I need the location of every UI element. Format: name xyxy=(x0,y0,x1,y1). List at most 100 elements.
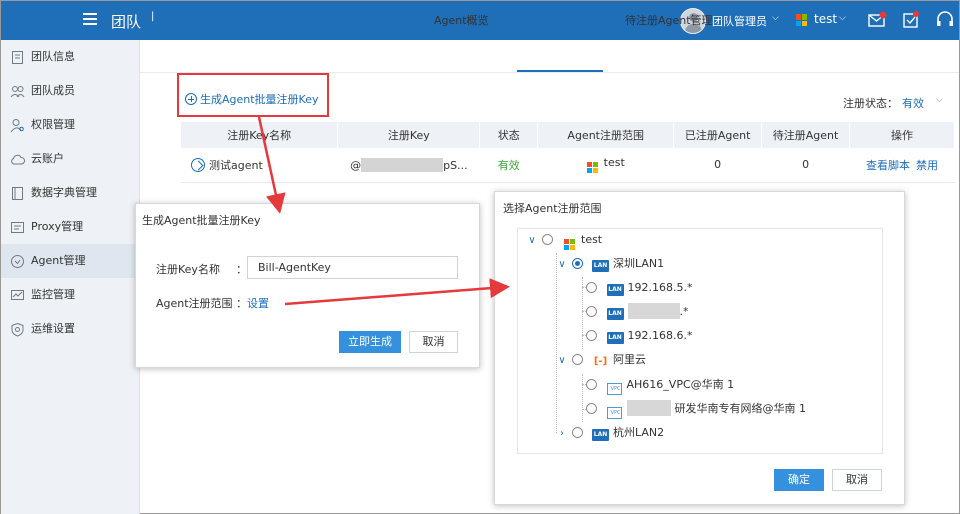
chevron-down-icon[interactable]: ∨ xyxy=(556,256,568,274)
generate-key-button[interactable]: 生成Agent批量注册Key xyxy=(185,91,319,107)
key-table: 注册Key名称 注册Key 状态 Agent注册范围 已注册Agent 待注册A… xyxy=(181,122,955,183)
tenant-dropdown-caret-icon[interactable]: ⌵ xyxy=(839,13,846,23)
lan-icon: LAN xyxy=(606,332,624,344)
dialog-title: 选择Agent注册范围 xyxy=(503,202,602,215)
key-name-label: 注册Key名称 xyxy=(156,263,220,276)
subnet-radio[interactable] xyxy=(586,330,597,341)
chevron-down-icon[interactable]: ∨ xyxy=(526,232,538,250)
column-header: 注册Key xyxy=(337,122,481,148)
status-filter-label: 注册状态： xyxy=(843,97,898,110)
lan1-radio[interactable] xyxy=(571,258,583,269)
username[interactable]: 团队管理员 xyxy=(712,13,767,29)
sidebar-item-label: Agent管理 xyxy=(31,254,86,267)
chevron-right-icon[interactable]: › xyxy=(556,425,568,443)
node-label: 深圳LAN1 xyxy=(613,257,665,270)
tree-node-subnet[interactable]: LAN .* xyxy=(586,303,689,321)
sidebar: 团队信息 团队成员 权限管理 云账户 数据字典管理 Proxy管理 Agent管… xyxy=(1,40,140,514)
column-header: 状态 xyxy=(479,122,539,148)
monitor-icon xyxy=(11,290,24,300)
sidebar-item-label: 团队信息 xyxy=(31,50,75,63)
redacted-block xyxy=(626,400,671,416)
sidebar-item-team-members[interactable]: 团队成员 xyxy=(1,74,139,108)
cancel-button[interactable]: 取消 xyxy=(832,469,882,491)
headset-support-icon[interactable] xyxy=(935,10,955,30)
tree-node-lan2[interactable]: › LAN 杭州LAN2 xyxy=(556,424,664,442)
key-name-input[interactable] xyxy=(247,256,458,279)
plus-circle-icon xyxy=(185,93,197,105)
column-header: 已注册Agent xyxy=(673,122,763,148)
tree-node-aliyun[interactable]: ∨ [-] 阿里云 xyxy=(556,351,646,369)
sidebar-item-cloud-account[interactable]: 云账户 xyxy=(1,142,139,176)
scope-tree: ∨ test ∨ LAN 深圳LAN1 LAN 192.168.5.* LAN .* … xyxy=(517,228,883,454)
microsoft-logo-icon xyxy=(796,14,808,26)
column-header: 操作 xyxy=(849,122,955,148)
redacted-key-block xyxy=(361,157,444,172)
hamburger-menu-icon[interactable] xyxy=(83,13,97,25)
tab-batch-key-management[interactable]: 批量注册Key管理 xyxy=(520,12,606,28)
cloud-icon xyxy=(11,154,25,165)
key-name-cell: 测试agent xyxy=(181,148,338,183)
sidebar-item-data-dictionary[interactable]: 数据字典管理 xyxy=(1,176,139,210)
sidebar-item-monitoring[interactable]: 监控管理 xyxy=(1,278,139,312)
mail-notification-icon[interactable] xyxy=(867,10,887,30)
sidebar-item-permissions[interactable]: 权限管理 xyxy=(1,108,139,142)
user-key-icon xyxy=(10,119,24,133)
sidebar-item-label: 权限管理 xyxy=(31,118,75,131)
tree-guide-line xyxy=(582,374,583,422)
vpc-radio[interactable] xyxy=(586,379,597,390)
sidebar-item-team-info[interactable]: 团队信息 xyxy=(1,40,139,74)
root-radio[interactable] xyxy=(541,234,553,245)
chevron-down-icon[interactable]: ∨ xyxy=(556,352,568,370)
subnet-radio[interactable] xyxy=(586,282,597,293)
user-dropdown-caret-icon[interactable]: ⌵ xyxy=(772,13,779,23)
scope-label: Agent注册范围 xyxy=(156,297,233,310)
title-dropdown-caret-icon[interactable]: | xyxy=(151,11,154,22)
sidebar-item-proxy[interactable]: Proxy管理 xyxy=(1,210,139,244)
sidebar-item-agent[interactable]: Agent管理 xyxy=(1,244,139,278)
tab-agent-overview[interactable]: Agent概览 xyxy=(434,12,489,28)
column-header: Agent注册范围 xyxy=(537,122,675,148)
microsoft-logo-icon xyxy=(586,162,598,174)
tenant-name[interactable]: test xyxy=(814,12,837,26)
colon: ： xyxy=(236,297,247,310)
column-header: 注册Key名称 xyxy=(181,122,339,148)
vpc-icon: VPC xyxy=(606,407,622,419)
vpc-icon: VPC xyxy=(606,383,622,395)
disable-link[interactable]: 禁用 xyxy=(916,159,938,172)
sidebar-item-ops-settings[interactable]: 运维设置 xyxy=(1,312,139,346)
tree-node-subnet[interactable]: LAN 192.168.5.* xyxy=(586,279,692,297)
generate-now-button[interactable]: 立即生成 xyxy=(339,331,401,353)
lan-icon: LAN xyxy=(592,260,609,272)
vpc-radio[interactable] xyxy=(586,403,597,414)
aliyun-logo-icon: [-] xyxy=(593,356,608,367)
tab-pending-agents[interactable]: 待注册Agent管理 xyxy=(625,12,713,28)
chevron-down-icon[interactable]: ⌵ xyxy=(936,95,943,105)
redacted-block xyxy=(627,303,680,319)
tree-node-vpc[interactable]: VPC AH616_VPC@华南 1 xyxy=(586,376,734,395)
scope-name: test xyxy=(603,156,625,170)
aliyun-radio[interactable] xyxy=(571,354,583,365)
task-check-icon[interactable] xyxy=(901,10,921,30)
sidebar-item-label: 数据字典管理 xyxy=(31,186,97,199)
team-title[interactable]: 团队 xyxy=(111,11,141,32)
scope-setting-link[interactable]: 设置 xyxy=(247,295,269,311)
agent-icon xyxy=(11,255,24,268)
users-icon xyxy=(10,86,25,98)
tree-node-lan1[interactable]: ∨ LAN 深圳LAN1 xyxy=(556,255,664,273)
tree-node-root[interactable]: ∨ test xyxy=(526,231,602,250)
status-filter-select[interactable]: 有效 xyxy=(902,95,924,111)
tree-node-vpc[interactable]: VPC 研发华南专有网络@华南 1 xyxy=(586,400,806,419)
operations-cell: 查看脚本 禁用 xyxy=(849,148,955,183)
colon: ： xyxy=(236,263,247,276)
tree-node-subnet[interactable]: LAN 192.168.6.* xyxy=(586,327,692,345)
table-header-row: 注册Key名称 注册Key 状态 Agent注册范围 已注册Agent 待注册A… xyxy=(181,122,955,148)
column-header: 待注册Agent xyxy=(761,122,851,148)
table-row: 测试agent @ pS... 有效 test 0 0 查看脚本 禁用 xyxy=(181,148,955,183)
confirm-button[interactable]: 确定 xyxy=(774,469,824,491)
subnet-radio[interactable] xyxy=(586,306,597,317)
lan2-radio[interactable] xyxy=(571,427,583,438)
node-label: 192.168.6.* xyxy=(627,329,693,342)
view-script-link[interactable]: 查看脚本 xyxy=(866,159,910,172)
generate-key-label: 生成Agent批量注册Key xyxy=(200,93,319,106)
cancel-button[interactable]: 取消 xyxy=(409,331,458,353)
